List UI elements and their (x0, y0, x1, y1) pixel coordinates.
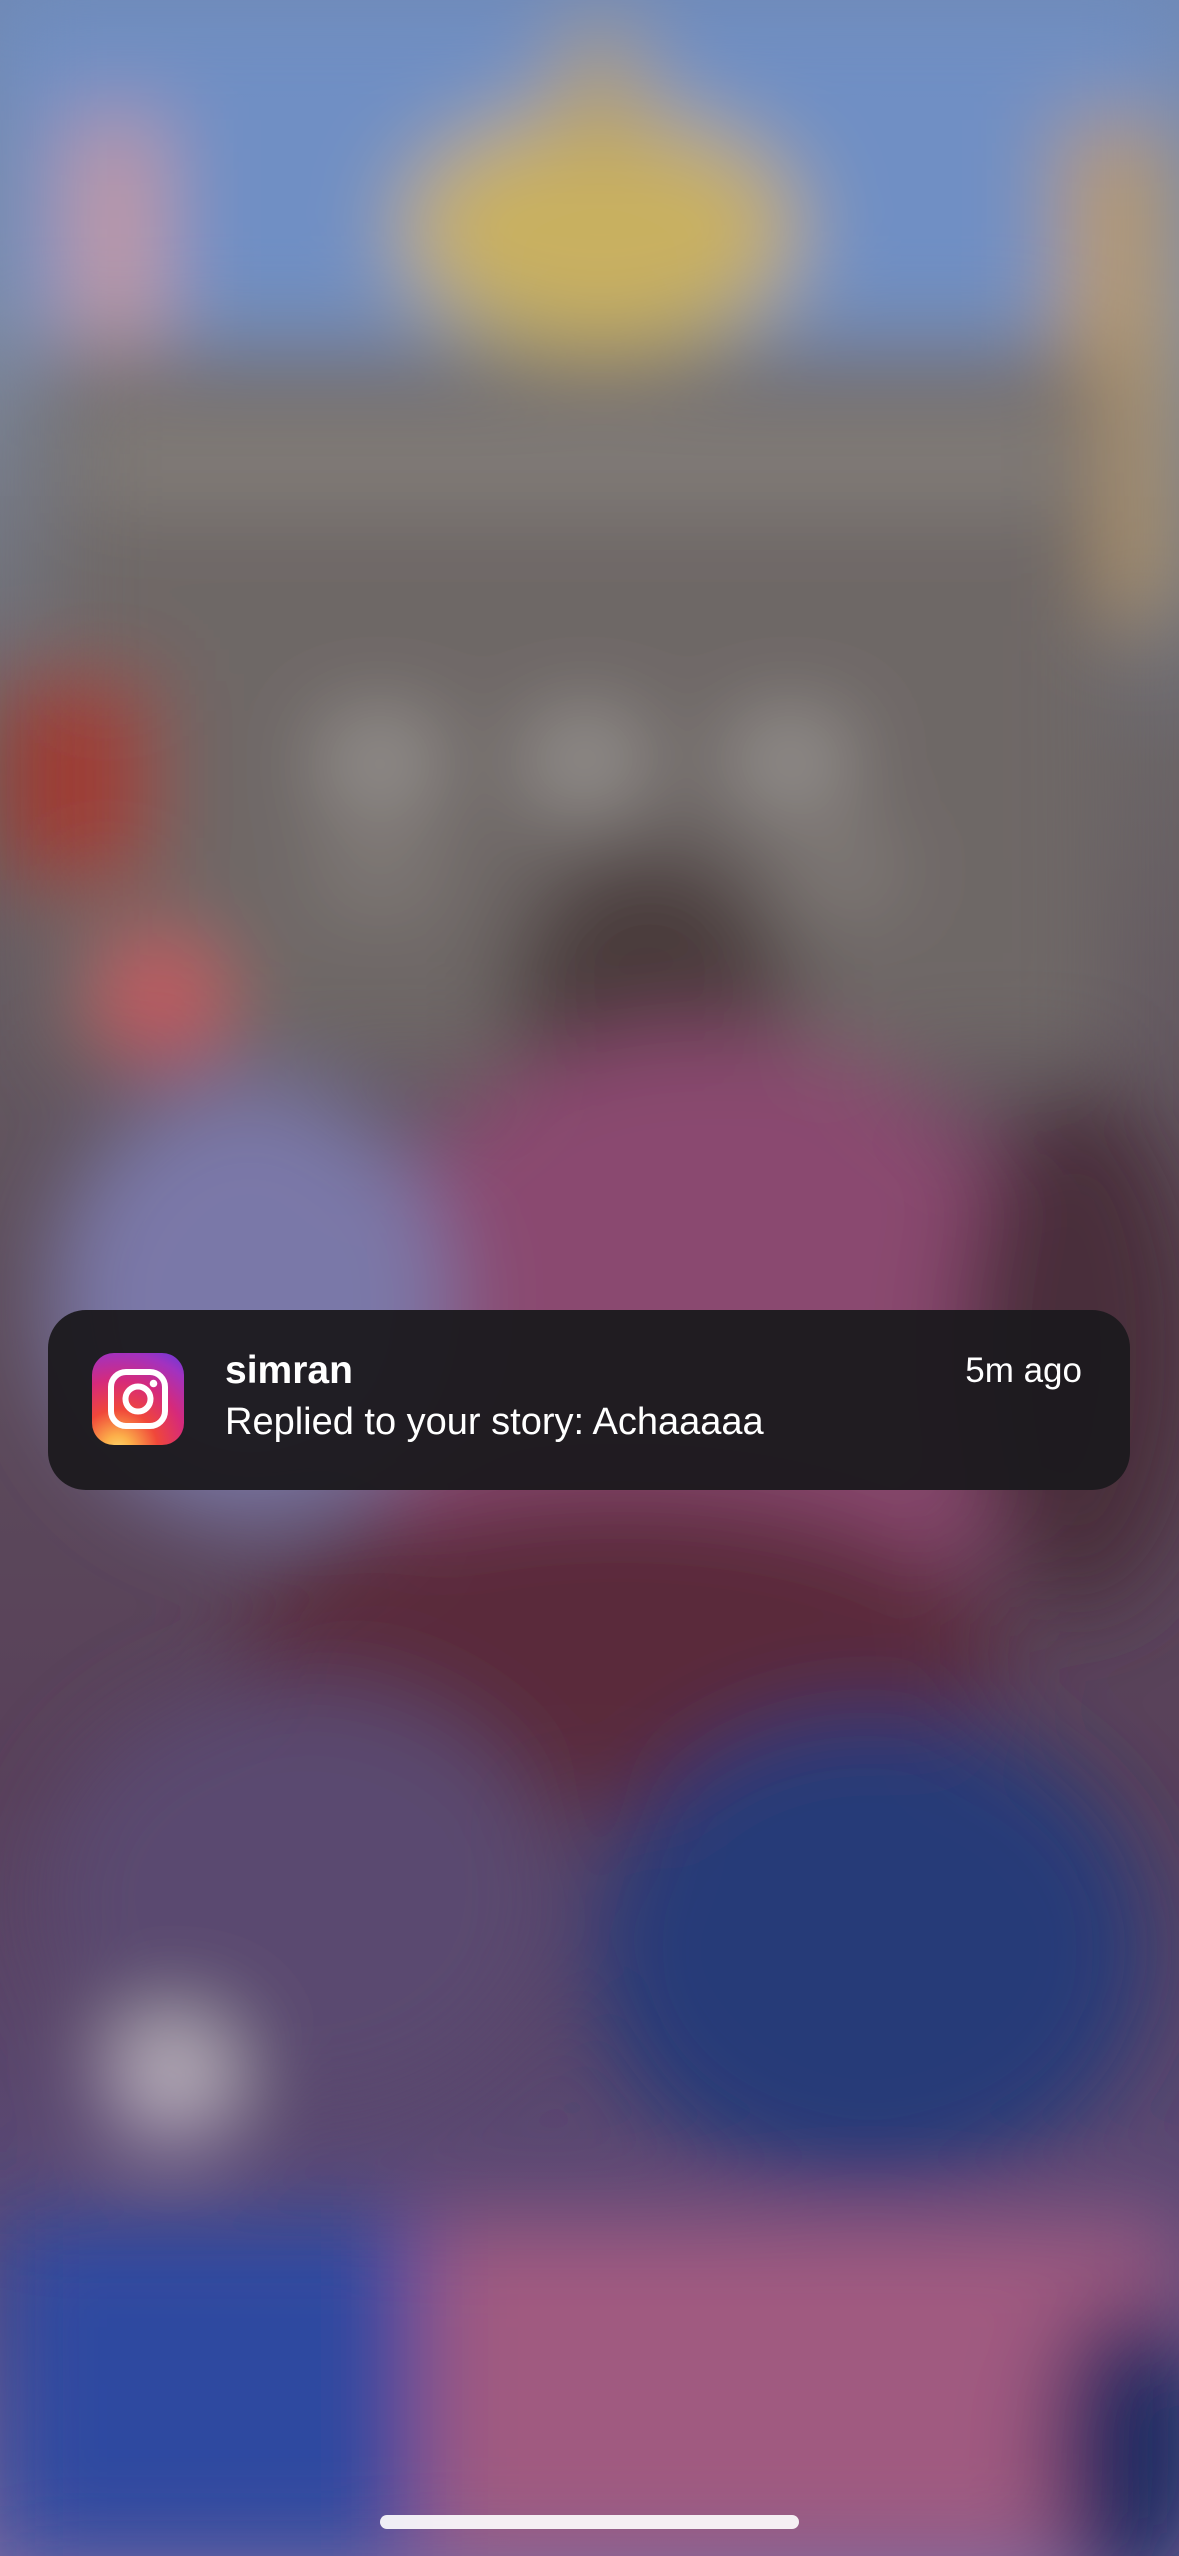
notification-message: Replied to your story: Achaaaaa (225, 1401, 764, 1443)
home-indicator[interactable] (380, 2515, 799, 2529)
instagram-icon (92, 1353, 184, 1445)
notification-sender: simran (225, 1349, 353, 1392)
blurred-wallpaper (0, 0, 1179, 2556)
notification-banner[interactable]: simran 5m ago Replied to your story: Ach… (48, 1310, 1130, 1490)
notification-time: 5m ago (965, 1351, 1082, 1390)
